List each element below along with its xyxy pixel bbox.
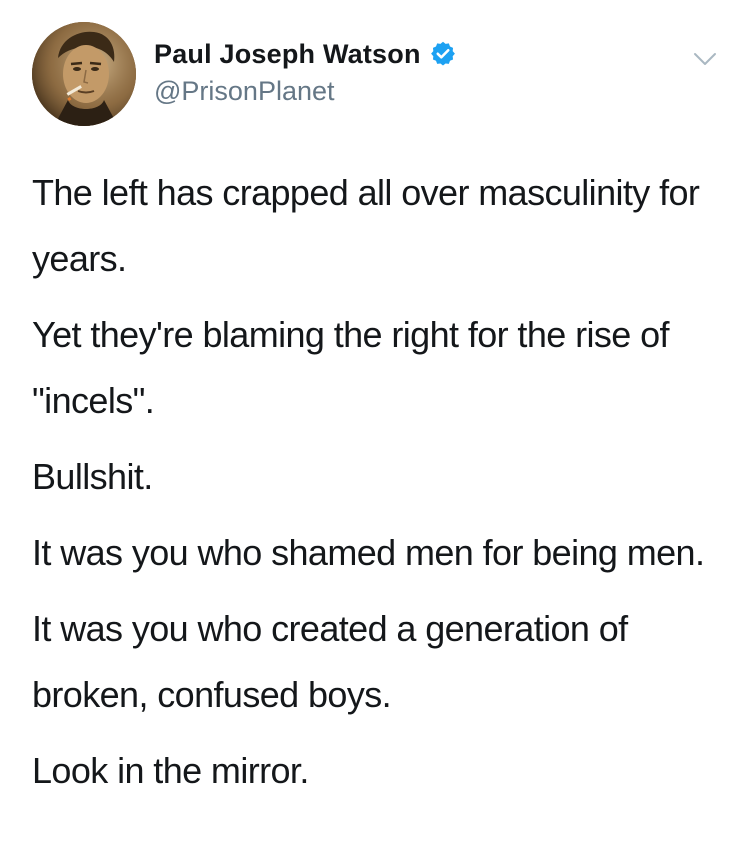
tweet-paragraph: The left has crapped all over masculinit… <box>32 172 700 279</box>
tweet-header: Paul Joseph Watson @PrisonPlanet <box>32 22 732 126</box>
author-names: Paul Joseph Watson @PrisonPlanet <box>154 34 457 107</box>
display-name-row: Paul Joseph Watson <box>154 34 457 74</box>
avatar[interactable] <box>32 22 136 126</box>
tweet-paragraph: Yet they're blaming the right for the ri… <box>32 314 670 421</box>
verified-badge-icon <box>429 40 457 68</box>
tweet-card: Paul Joseph Watson @PrisonPlanet The lef… <box>0 0 750 865</box>
chevron-down-icon[interactable] <box>692 46 718 72</box>
tweet-paragraph: Look in the mirror. <box>32 750 309 791</box>
avatar-photo <box>32 22 136 126</box>
display-name[interactable]: Paul Joseph Watson <box>154 39 421 70</box>
tweet-paragraph: It was you who created a generation of b… <box>32 608 628 715</box>
tweet-paragraph: Bullshit. <box>32 456 153 497</box>
author-handle[interactable]: @PrisonPlanet <box>154 76 457 107</box>
tweet-text: The left has crapped all over masculinit… <box>32 160 722 814</box>
tweet-paragraph: It was you who shamed men for being men. <box>32 532 705 573</box>
